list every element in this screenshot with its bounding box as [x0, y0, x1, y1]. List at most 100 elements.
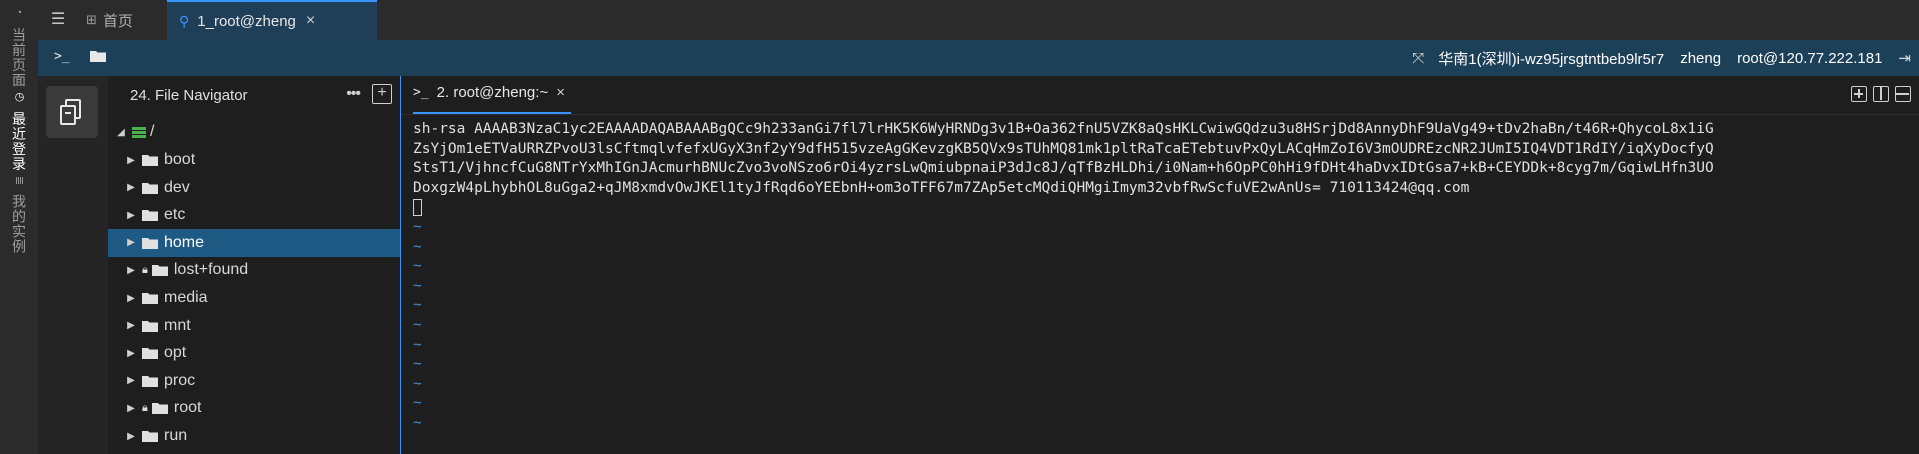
empty-line-marker: ~ — [413, 218, 422, 235]
tab-session[interactable]: ⚲ 1_root@zheng × — [167, 0, 377, 40]
rail-tab-label: 最近登录 — [11, 111, 27, 172]
chevron-right-icon[interactable]: ▶ — [126, 348, 136, 359]
tree-item-lost-found[interactable]: ▶ 🔒︎ lost+found — [108, 256, 400, 284]
chevron-right-icon[interactable]: ▶ — [126, 293, 136, 304]
tree-root[interactable]: ◢ / — [108, 118, 400, 146]
split-horizontal-icon[interactable] — [1895, 86, 1911, 102]
tree-item-boot[interactable]: ▶ boot — [108, 146, 400, 174]
chevron-right-icon[interactable]: ▶ — [126, 210, 136, 221]
tree-item-run[interactable]: ▶ run — [108, 422, 400, 450]
clock-icon: ◔ — [13, 6, 25, 20]
terminal-tab[interactable]: >_ 2. root@zheng:~ × — [413, 84, 565, 101]
terminal-icon: ⚲ — [179, 12, 190, 29]
tree-item-mnt[interactable]: ▶ mnt — [108, 312, 400, 340]
terminal-line: sh-rsa AAAAB3NzaC1yc2EAAAADAQABAAABgQCc9… — [413, 121, 1714, 137]
left-rail: ◔ 当前页面 ◷ 最近登录 ≣ 我的实例 — [0, 0, 39, 454]
rail-tab-label: 当前页面 — [11, 27, 27, 88]
terminal-prompt-icon[interactable]: >_ — [54, 49, 70, 64]
tree-item-label: proc — [164, 371, 196, 389]
logout-icon[interactable]: ⇥ — [1898, 49, 1911, 67]
rail-tab-recent-login[interactable]: ◷ 最近登录 — [0, 90, 38, 172]
terminal-cursor-line — [413, 198, 1907, 218]
folder-icon — [142, 320, 158, 332]
terminal-tab-bar: >_ 2. root@zheng:~ × — [401, 76, 1919, 115]
chevron-right-icon[interactable]: ▶ — [126, 375, 136, 386]
tree-item-opt[interactable]: ▶ opt — [108, 339, 400, 367]
empty-line-marker: ~ — [413, 258, 422, 275]
tree-item-label: run — [164, 427, 188, 444]
tree-item-label: home — [164, 233, 205, 251]
terminal-line: ZsYjOm1eETVaURRZPvoU3lsCftmqlvfefxUGyX3n… — [413, 140, 1714, 157]
lock-icon: 🔒︎ — [142, 401, 148, 414]
chevron-right-icon[interactable]: ▶ — [126, 431, 136, 442]
session-user: zheng — [1680, 49, 1722, 67]
tree-item-label: mnt — [164, 316, 191, 334]
folder-icon — [151, 265, 168, 277]
terminal-line: StsT1/VjhncfCuG8NTrYxMhIGnJAcmurhBNUcZvo… — [413, 160, 1714, 177]
terminal-output[interactable]: sh-rsa AAAAB3NzaC1yc2EAAAADAQABAAABgQCc9… — [413, 120, 1907, 434]
rail-tab-current-page[interactable]: ◔ 当前页面 — [0, 6, 38, 88]
instance-region: 华南1(深圳)i-wz95jrsgtntbeb9lr5r7 — [1438, 50, 1665, 68]
chevron-right-icon[interactable]: ▶ — [126, 182, 136, 193]
folder-icon — [142, 155, 158, 166]
folder-icon — [142, 237, 158, 249]
close-icon[interactable]: × — [556, 84, 565, 101]
tree-item-dev[interactable]: ▶ dev — [108, 174, 400, 202]
tree-item-label: lost+found — [173, 261, 249, 279]
top-tab-bar: ☰ ⊞ 首页 ⚲ 1_root@zheng × — [38, 0, 1919, 40]
session-host: root@120.77.222.181 — [1737, 49, 1883, 67]
activity-bar — [38, 76, 109, 454]
folder-icon[interactable] — [90, 50, 106, 62]
split-vertical-icon[interactable] — [1873, 86, 1889, 102]
tree-item-etc[interactable]: ▶ etc — [108, 201, 400, 229]
tree-item-label: etc — [164, 206, 186, 224]
folder-icon — [142, 182, 158, 194]
chevron-right-icon[interactable]: ▶ — [126, 320, 136, 331]
tree-item-proc[interactable]: ▶ proc — [108, 367, 400, 395]
tree-item-label: dev — [164, 178, 190, 196]
close-icon[interactable]: × — [306, 12, 315, 30]
tree-item-media[interactable]: ▶ media — [108, 284, 400, 312]
tree-root-label: / — [150, 123, 155, 140]
folder-icon — [151, 403, 168, 415]
chevron-down-icon[interactable]: ◢ — [116, 127, 126, 138]
tree-item-label: root — [173, 399, 202, 417]
terminal-pane: >_ 2. root@zheng:~ × sh-rsa AAAAB3NzaC1y… — [401, 76, 1919, 454]
empty-line-marker: ~ — [413, 414, 422, 431]
tree-item-root[interactable]: ▶ 🔒︎ root — [108, 394, 400, 422]
file-explorer-button[interactable] — [46, 86, 98, 138]
text-cursor — [413, 198, 422, 216]
empty-line-marker: ~ — [413, 356, 422, 373]
chevron-right-icon[interactable]: ▶ — [126, 155, 136, 166]
history-icon: ◷ — [13, 90, 25, 105]
split-controls — [1851, 86, 1911, 102]
file-navigator-title: 24. File Navigator — [130, 86, 248, 104]
chevron-right-icon[interactable]: ▶ — [126, 237, 136, 248]
empty-line-marker: ~ — [413, 297, 422, 314]
active-tab-indicator — [413, 112, 571, 114]
empty-line-marker: ~ — [413, 238, 422, 255]
folder-icon — [142, 375, 158, 387]
tree-item-label: opt — [164, 344, 187, 362]
empty-line-marker: ~ — [413, 395, 422, 412]
folder-icon — [142, 210, 158, 222]
file-navigator-header: 24. File Navigator ••• + — [108, 76, 400, 114]
session-toolbar: >_ ⤧ 华南1(深圳)i-wz95jrsgtntbeb9lr5r7 zheng… — [38, 40, 1919, 76]
more-icon[interactable]: ••• — [346, 85, 361, 103]
tree-item-label: boot — [164, 151, 196, 168]
folder-icon — [142, 431, 158, 442]
terminal-line: DoxgzW4pLhybhOL8uGga2+qJM8xmdvOwJKEl1tyJ… — [413, 179, 1470, 196]
empty-line-marker: ~ — [413, 336, 422, 353]
fullscreen-icon[interactable]: ⤧ — [1412, 50, 1424, 67]
chevron-right-icon[interactable]: ▶ — [126, 265, 136, 276]
menu-toggle-icon[interactable]: ☰ — [48, 10, 68, 30]
tree-item-home[interactable]: ▶ home — [108, 228, 400, 257]
rail-tab-my-instances[interactable]: ≣ 我的实例 — [0, 176, 38, 254]
new-split-icon[interactable] — [1851, 86, 1867, 102]
rail-tab-label: 我的实例 — [11, 194, 27, 255]
chevron-right-icon[interactable]: ▶ — [126, 403, 136, 414]
terminal-tab-label: 2. root@zheng:~ — [436, 84, 549, 101]
add-icon[interactable]: + — [372, 84, 392, 104]
list-icon: ≣ — [13, 175, 25, 187]
empty-line-marker: ~ — [413, 316, 422, 333]
